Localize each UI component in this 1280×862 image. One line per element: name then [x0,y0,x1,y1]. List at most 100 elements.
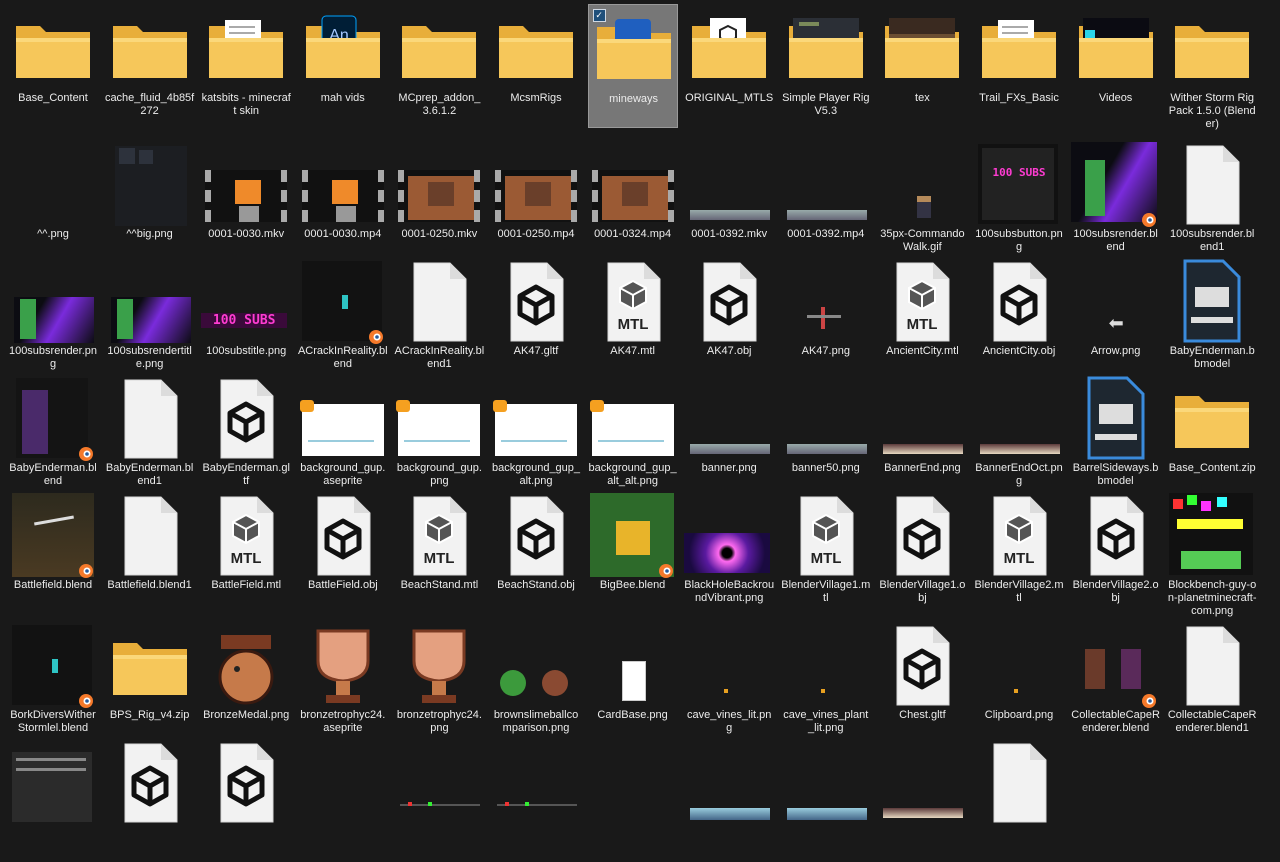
selection-checkbox[interactable]: ✓ [592,9,606,22]
file-item-ak47-gltf[interactable]: AK47.gltf [491,257,581,381]
file-item-0001-0392-mp4[interactable]: 0001-0392.mp4 [781,140,871,264]
aseprite-icon [491,374,581,464]
file-item-item-88[interactable] [974,738,1064,862]
file-item-background-gup-alt-alt-png[interactable]: background_gup_alt_alt.png [588,374,678,498]
file-item-babyenderman-blend1[interactable]: BabyEnderman.blend1 [105,374,195,498]
file-item-bannerend-png[interactable]: BannerEnd.png [877,374,967,498]
file-item-tex[interactable]: tex [877,4,967,128]
file-item-mcprep-addon-3-6-1-2[interactable]: MCprep_addon_3.6.1.2 [394,4,484,128]
file-item-collectablecaperenderer-blend[interactable]: CollectableCapeRenderer.blend [1071,621,1161,745]
file-item-100subsrendertitle-png[interactable]: 100subsrendertitle.png [105,257,195,381]
file-item-item-84[interactable] [588,738,678,862]
file-item-bannerendoct-png[interactable]: BannerEndOct.png [974,374,1064,498]
file-item-bronzetrophyc24-aseprite[interactable]: bronzetrophyc24.aseprite [298,621,388,745]
file-item-videos[interactable]: Videos [1071,4,1161,128]
file-item-item-78[interactable] [8,738,98,862]
file-item-battlefield-obj[interactable]: BattleField.obj [298,491,388,615]
file-item-100subsrender-blend[interactable]: 100subsrender.blend [1070,140,1161,264]
file-item-item-90[interactable] [1167,738,1257,862]
file-item-acrackinreality-blend1[interactable]: ACrackInReality.blend1 [394,257,484,381]
file-item-100subsbutton-png[interactable]: 100 SUBS 100subsbutton.png [974,140,1064,264]
file-item-arrow-png[interactable]: ⬅ Arrow.png [1071,257,1161,381]
file-item-100subsrender-png[interactable]: 100subsrender.png [8,257,98,381]
folder-icon [8,4,98,94]
file-item-background-gup-alt-png[interactable]: background_gup_alt.png [491,374,581,498]
file-item-katsbits-minecraft-skin[interactable]: katsbits - minecraft skin [201,4,291,128]
file-item-clipboard-png[interactable]: Clipboard.png [974,621,1064,745]
file-item-item-83[interactable] [491,738,581,862]
file-item-collectablecaperenderer-blend1[interactable]: CollectableCapeRenderer.blend1 [1167,621,1257,745]
file-item-blockbench-guy-on-planetminecraft-com-png[interactable]: Blockbench-guy-on-planetminecraft-com.pn… [1167,491,1257,617]
file-item-0001-0392-mkv[interactable]: 0001-0392.mkv [684,140,774,264]
blender-icon [8,491,98,581]
file-item-0001-0324-mp4[interactable]: 0001-0324.mp4 [588,140,678,264]
file-item-item-86[interactable] [781,738,871,862]
file-item-item-82[interactable] [394,738,484,862]
file-item-0001-0030-mkv[interactable]: 0001-0030.mkv [201,140,291,264]
file-item-base-content[interactable]: Base_Content [8,4,98,128]
file-item-0001-0250-mp4[interactable]: 0001-0250.mp4 [491,140,581,264]
file-item-cache-fluid-4b85f272[interactable]: cache_fluid_4b85f272 [105,4,195,128]
file-item-babyenderman-bbmodel[interactable]: BabyEnderman.bbmodel [1167,257,1257,381]
file-item-ancientcity-mtl[interactable]: MTL AncientCity.mtl [877,257,967,381]
file-item-png[interactable]: ^^.png [8,140,98,264]
file-name-label: 0001-0250.mp4 [497,228,575,240]
file-item-item-81[interactable] [298,738,388,862]
file-item-blendervillage2-mtl[interactable]: MTL BlenderVillage2.mtl [974,491,1064,615]
file-name-label: BigBee.blend [599,579,666,591]
file-item-wither-storm-rig-pack-1-5-0-blender[interactable]: Wither Storm Rig Pack 1.5.0 (Blender) [1167,4,1257,130]
file-item-background-gup-png[interactable]: background_gup.png [394,374,484,498]
file-item-ak47-png[interactable]: AK47.png [781,257,871,381]
file-item-trail-fxs-basic[interactable]: Trail_FXs_Basic [974,4,1064,128]
file-item-item-85[interactable] [684,738,774,862]
file-name-label: AncientCity.obj [982,345,1056,357]
file-item-simple-player-rig-v5-3[interactable]: Simple Player Rig V5.3 [781,4,871,128]
file-item-bps-rig-v4-zip[interactable]: BPS_Rig_v4.zip [105,621,195,745]
file-item-35px-commandowalk-gif[interactable]: 35px-CommandoWalk.gif [877,140,967,264]
file-item-beachstand-mtl[interactable]: MTL BeachStand.mtl [394,491,484,615]
file-item-ak47-obj[interactable]: AK47.obj [684,257,774,381]
file-item-banner50-png[interactable]: banner50.png [781,374,871,498]
file-item-background-gup-aseprite[interactable]: background_gup.aseprite [298,374,388,498]
file-item-babyenderman-blend[interactable]: BabyEnderman.blend [8,374,98,498]
file-item-original-mtls[interactable]: ORIGINAL_MTLS [684,4,774,128]
file-item-0001-0030-mp4[interactable]: 0001-0030.mp4 [298,140,388,264]
file-item-100subsrender-blend1[interactable]: 100subsrender.blend1 [1167,140,1257,264]
file-item-mah-vids[interactable]: An mah vids [298,4,388,128]
file-item-item-89[interactable] [1071,738,1161,862]
file-item-cave-vines-plant-lit-png[interactable]: cave_vines_plant_lit.png [781,621,871,745]
file-item-100substitle-png[interactable]: 100 SUBS 100substitle.png [201,257,291,381]
file-item-blendervillage2-obj[interactable]: BlenderVillage2.obj [1071,491,1161,615]
mtl-icon: MTL [394,491,484,581]
file-item-brownslimeballcomparison-png[interactable]: brownslimeballcomparison.png [491,621,581,745]
file-item-bronzemedal-png[interactable]: BronzeMedal.png [201,621,291,745]
file-item-mineways[interactable]: ✓ mineways [587,4,678,128]
file-item-banner-png[interactable]: banner.png [684,374,774,498]
file-item-mcsmrigs[interactable]: McsmRigs [491,4,581,128]
file-item-bigbee-blend[interactable]: BigBee.blend [588,491,678,615]
file-name-label: Arrow.png [1090,345,1141,357]
file-item-cave-vines-lit-png[interactable]: cave_vines_lit.png [684,621,774,745]
file-item-battlefield-blend[interactable]: Battlefield.blend [8,491,98,615]
file-item-base-content-zip[interactable]: Base_Content.zip [1167,374,1257,498]
file-item-acrackinreality-blend[interactable]: ACrackInReality.blend [298,257,388,381]
file-item-item-79[interactable] [105,738,195,862]
file-item-battlefield-blend1[interactable]: Battlefield.blend1 [105,491,195,615]
file-item-blackholebackroundvibrant-png[interactable]: BlackHoleBackroundVibrant.png [684,491,774,615]
file-item-battlefield-mtl[interactable]: MTL BattleField.mtl [201,491,291,615]
file-item-chest-gltf[interactable]: Chest.gltf [877,621,967,745]
file-item-item-80[interactable] [201,738,291,862]
file-item-blendervillage1-obj[interactable]: BlenderVillage1.obj [877,491,967,615]
file-item-borkdiverswitherstormlel-blend[interactable]: BorkDiversWitherStormlel.blend [8,621,98,745]
file-item-bronzetrophyc24-png[interactable]: bronzetrophyc24.png [394,621,484,745]
file-item-ancientcity-obj[interactable]: AncientCity.obj [974,257,1064,381]
file-item-item-87[interactable] [877,738,967,862]
file-item-beachstand-obj[interactable]: BeachStand.obj [491,491,581,615]
file-item-cardbase-png[interactable]: CardBase.png [588,621,678,745]
file-item-barrelsideways-bbmodel[interactable]: BarrelSideways.bbmodel [1071,374,1161,498]
file-item-big-png[interactable]: ^^big.png [105,140,195,264]
file-item-blendervillage1-mtl[interactable]: MTL BlenderVillage1.mtl [781,491,871,615]
file-item-0001-0250-mkv[interactable]: 0001-0250.mkv [394,140,484,264]
file-item-ak47-mtl[interactable]: MTL AK47.mtl [588,257,678,381]
file-item-babyenderman-gltf[interactable]: BabyEnderman.gltf [201,374,291,498]
